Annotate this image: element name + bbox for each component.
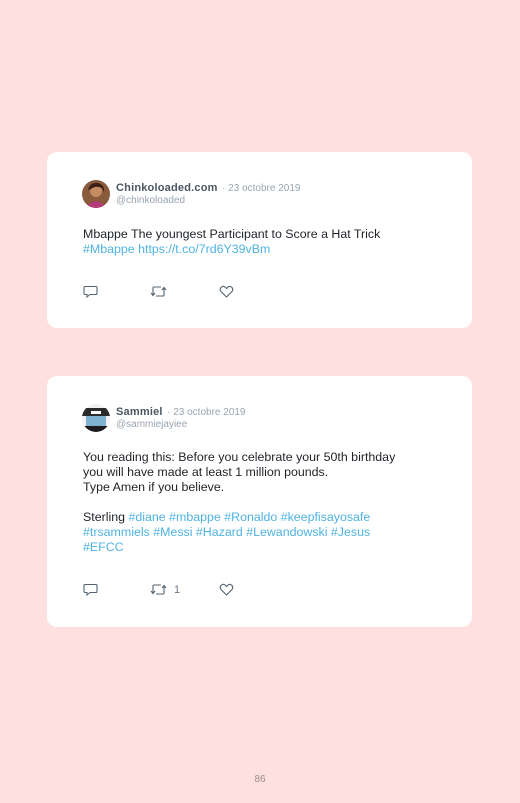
author-handle[interactable]: @sammiejayiee [116,419,246,431]
tweet-line: Mbappe The youngest Participant to Score… [83,227,381,241]
tweet-date[interactable]: · 23 octobre 2019 [167,407,245,418]
reply-button[interactable] [83,284,98,299]
retweet-count: 1 [174,583,181,596]
hashtag-links[interactable]: #diane #mbappe #Ronaldo #keepfisayosafe [128,510,370,524]
reply-button[interactable] [83,582,98,597]
like-icon [219,583,234,596]
tweet-link[interactable]: #Mbappe https://t.co/7rd6Y39vBm [83,242,442,257]
tweet-line: Sterling #diane #mbappe #Ronaldo #keepfi… [83,510,442,525]
tweet-line: Type Amen if you believe. [83,480,225,494]
hashtag-link[interactable]: #EFCC [83,540,442,555]
tweet-header: Chinkoloaded.com · 23 octobre 2019 @chin… [116,181,300,207]
tweet-card: Sammiel · 23 octobre 2019 @sammiejayiee … [47,376,472,627]
author-handle[interactable]: @chinkoloaded [116,195,300,207]
retweet-button[interactable]: 1 [150,582,180,597]
hashtag-links[interactable]: #trsammiels #Messi #Hazard #Lewandowski … [83,525,442,540]
tweet-line: you will have made at least 1 million po… [83,465,329,479]
tweet-line: You reading this: Before you celebrate y… [83,450,396,464]
retweet-icon [150,584,167,595]
tweet-text-prefix: Sterling [83,510,129,524]
tweet-text: You reading this: Before you celebrate y… [83,450,442,555]
retweet-button[interactable] [150,284,174,299]
retweet-icon [150,286,167,297]
avatar[interactable] [82,404,110,432]
reply-icon [83,583,98,597]
author-name[interactable]: Sammiel [116,406,163,418]
like-icon [219,285,234,298]
author-name[interactable]: Chinkoloaded.com [116,182,218,194]
reply-icon [83,285,98,299]
like-button[interactable] [219,582,234,597]
like-button[interactable] [219,284,234,299]
avatar[interactable] [82,180,110,208]
page-number: 86 [254,774,266,785]
tweet-text: Mbappe The youngest Participant to Score… [83,227,442,257]
tweet-date[interactable]: · 23 octobre 2019 [222,183,300,194]
tweet-card: Chinkoloaded.com · 23 octobre 2019 @chin… [47,152,472,328]
tweet-header: Sammiel · 23 octobre 2019 @sammiejayiee [116,405,246,431]
